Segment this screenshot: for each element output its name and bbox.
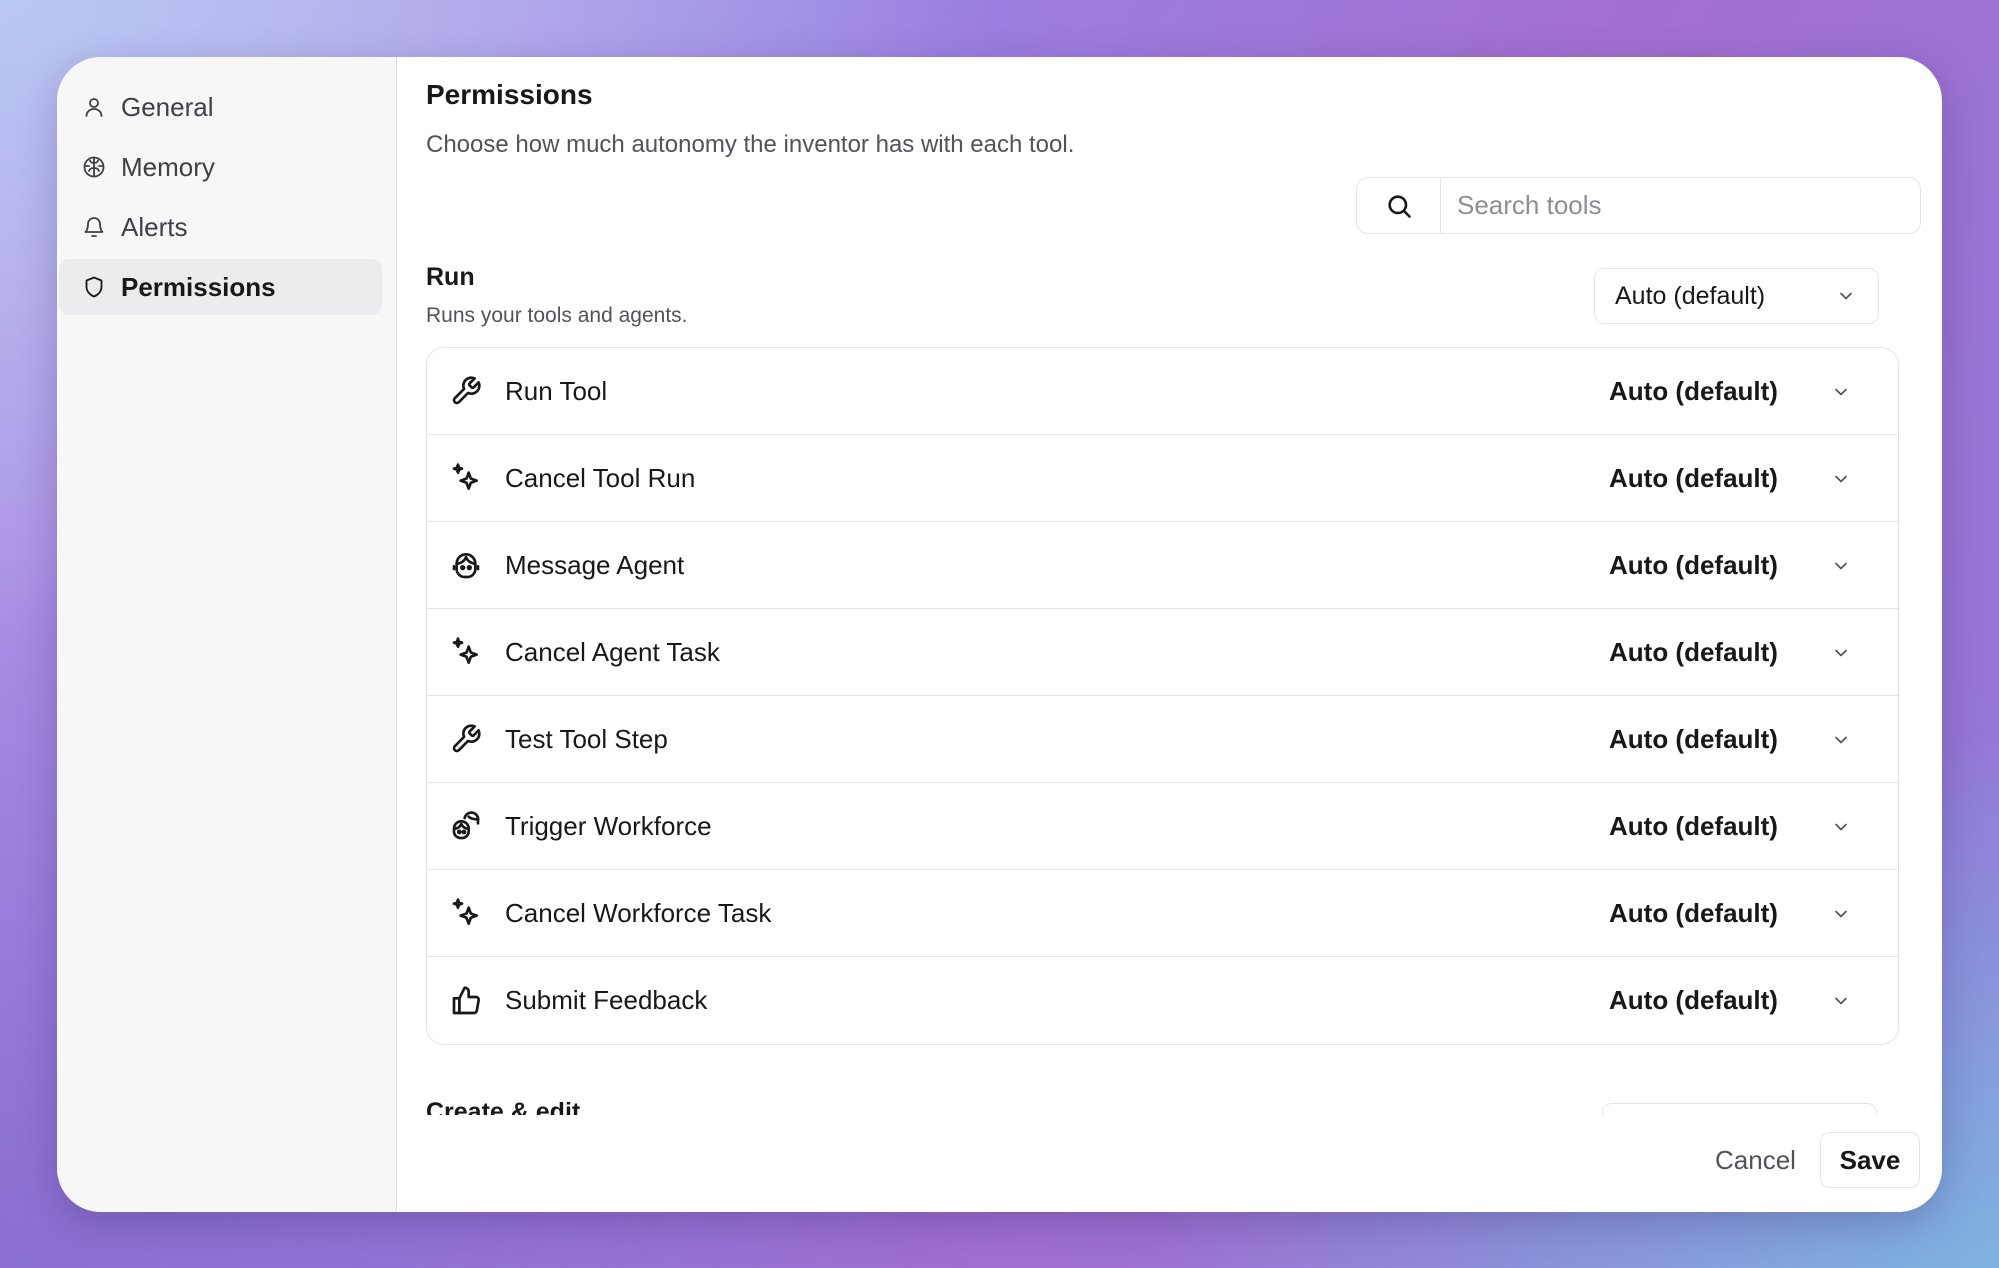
chevron-down-icon[interactable]: [1831, 991, 1851, 1011]
tool-row-run-tool: Run Tool Auto (default): [427, 348, 1898, 435]
page-title: Permissions: [426, 79, 593, 110]
permissions-scroll-area[interactable]: Permissions Choose how much autonomy the…: [397, 57, 1942, 1115]
section-permission-select[interactable]: [1602, 1103, 1877, 1115]
dialog-footer: Cancel Save: [397, 1115, 1942, 1212]
search-icon[interactable]: [1357, 178, 1441, 233]
tool-name: Cancel Workforce Task: [505, 897, 772, 928]
brain-icon: [81, 154, 107, 180]
agents-group-icon: [449, 809, 483, 843]
search-input[interactable]: [1441, 178, 1920, 233]
bell-icon: [81, 214, 107, 240]
chevron-down-icon[interactable]: [1831, 469, 1851, 489]
chevron-down-icon[interactable]: [1831, 643, 1851, 663]
tool-permission-select[interactable]: Auto (default): [1609, 463, 1778, 494]
chevron-down-icon[interactable]: [1831, 730, 1851, 750]
section-header-run: Run Runs your tools and agents.: [426, 263, 688, 328]
shield-icon: [81, 274, 107, 300]
tool-permission-select[interactable]: Auto (default): [1609, 376, 1778, 407]
chevron-down-icon[interactable]: [1831, 817, 1851, 837]
tool-name: Message Agent: [505, 549, 685, 580]
tool-name: Cancel Tool Run: [505, 462, 696, 493]
section-title-create-edit: Create & edit: [426, 1098, 581, 1115]
tool-permission-select[interactable]: Auto (default): [1609, 724, 1778, 755]
tool-name: Test Tool Step: [505, 723, 668, 754]
section-description: Runs your tools and agents.: [426, 304, 688, 327]
tool-name: Cancel Agent Task: [505, 636, 720, 667]
chevron-down-icon[interactable]: [1831, 382, 1851, 402]
sidebar-item-label: Permissions: [121, 271, 276, 302]
tool-row-test-tool-step: Test Tool Step Auto (default): [427, 696, 1898, 783]
tool-permission-select[interactable]: Auto (default): [1609, 637, 1778, 668]
sidebar-item-label: Memory: [121, 151, 215, 182]
save-button[interactable]: Save: [1820, 1132, 1920, 1188]
sidebar-item-label: General: [121, 91, 214, 122]
cancel-button[interactable]: Cancel: [1699, 1132, 1812, 1188]
permissions-panel: Permissions Choose how much autonomy the…: [397, 57, 1942, 1212]
tool-permission-select[interactable]: Auto (default): [1609, 985, 1778, 1016]
wrench-icon: [449, 374, 483, 408]
sidebar-item-memory[interactable]: Memory: [59, 139, 382, 195]
sidebar-item-label: Alerts: [121, 211, 188, 242]
chevron-down-icon[interactable]: [1831, 904, 1851, 924]
page-description: Choose how much autonomy the inventor ha…: [426, 131, 1075, 158]
section-title: Run: [426, 263, 475, 291]
user-icon: [81, 94, 107, 120]
settings-sidebar: General Memory Alerts Permissions: [57, 57, 397, 1212]
sparkles-icon: [449, 461, 483, 495]
select-value: Auto (default): [1615, 281, 1766, 310]
sidebar-item-permissions[interactable]: Permissions: [59, 259, 382, 315]
tool-row-trigger-workforce: Trigger Workforce Auto (default): [427, 783, 1898, 870]
chevron-down-icon[interactable]: [1831, 556, 1851, 576]
tool-list: Run Tool Auto (default) Cancel Tool Run …: [426, 347, 1899, 1045]
tool-permission-select[interactable]: Auto (default): [1609, 811, 1778, 842]
tool-name: Trigger Workforce: [505, 810, 712, 841]
settings-dialog: General Memory Alerts Permissions Permis…: [57, 57, 1942, 1212]
tool-row-cancel-tool-run: Cancel Tool Run Auto (default): [427, 435, 1898, 522]
tool-name: Run Tool: [505, 375, 608, 406]
tool-row-message-agent: Message Agent Auto (default): [427, 522, 1898, 609]
chevron-down-icon: [1836, 286, 1856, 306]
tool-name: Submit Feedback: [505, 985, 708, 1015]
sparkles-icon: [449, 635, 483, 669]
thumbs-up-icon: [449, 984, 483, 1018]
sidebar-item-alerts[interactable]: Alerts: [59, 199, 382, 255]
tool-row-submit-feedback: Submit Feedback Auto (default): [427, 957, 1898, 1044]
wrench-icon: [449, 722, 483, 756]
tool-row-cancel-agent-task: Cancel Agent Task Auto (default): [427, 609, 1898, 696]
section-permission-select[interactable]: Auto (default): [1594, 268, 1879, 324]
tool-permission-select[interactable]: Auto (default): [1609, 898, 1778, 929]
tool-permission-select[interactable]: Auto (default): [1609, 550, 1778, 581]
sidebar-item-general[interactable]: General: [59, 79, 382, 135]
tool-row-cancel-workforce-task: Cancel Workforce Task Auto (default): [427, 870, 1898, 957]
sparkles-icon: [449, 896, 483, 930]
tool-search: [1356, 177, 1921, 234]
agent-face-icon: [449, 548, 483, 582]
